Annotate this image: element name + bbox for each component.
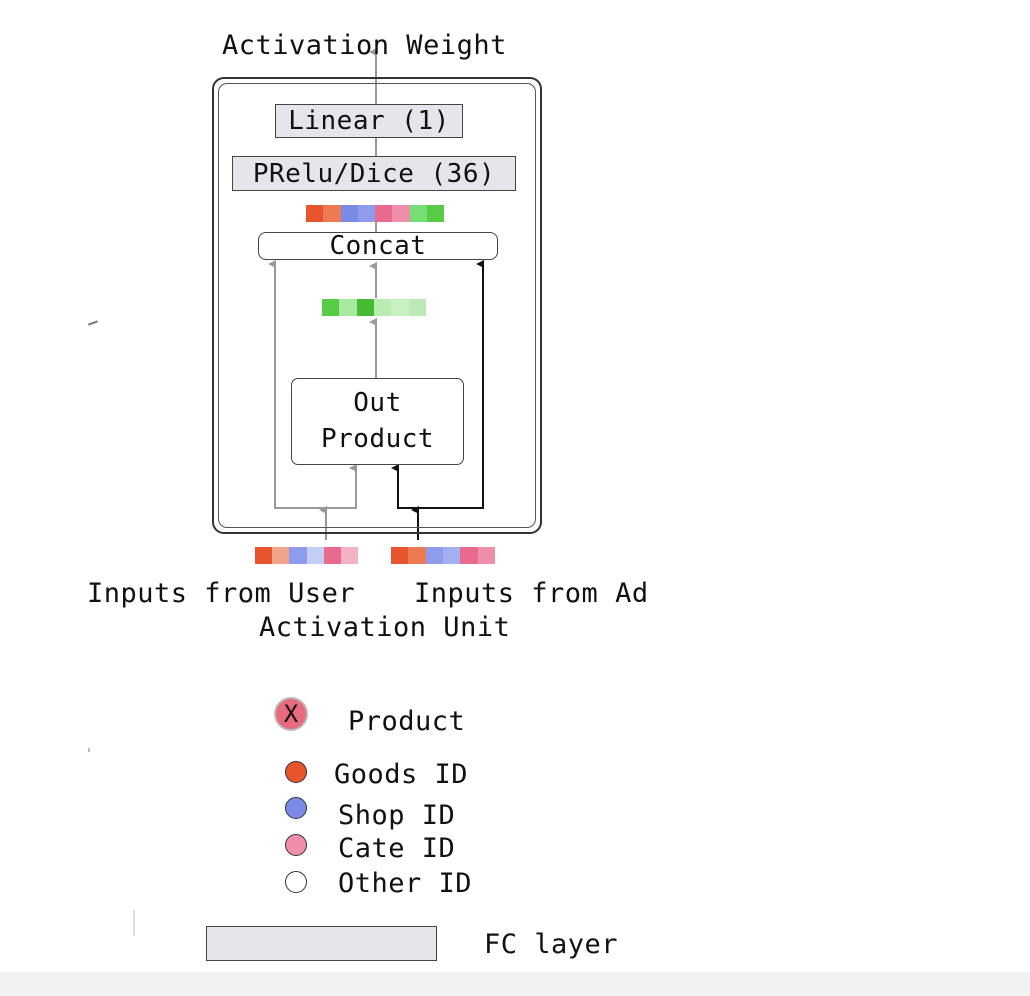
prelu-dice-layer: PRelu/Dice (36): [232, 156, 516, 191]
concat-embedding-cell-2: [340, 205, 358, 222]
concat-embedding-cell-4: [375, 205, 393, 222]
ad-embedding-cell-3: [442, 547, 461, 564]
concat-embedding-cell-0: [306, 205, 324, 222]
concat-output-embedding: [306, 205, 444, 222]
other-id-swatch-icon: [285, 871, 307, 893]
concat-embedding-cell-3: [357, 205, 375, 222]
shop-id-swatch-icon: [285, 797, 307, 819]
legend-cate-label: Cate ID: [338, 833, 456, 864]
concat-embedding-cell-5: [392, 205, 410, 222]
user-embedding-cell-0: [255, 547, 273, 564]
user-embedding-cell-4: [323, 547, 341, 564]
ad-embedding-cell-4: [460, 547, 478, 564]
inputs-from-ad-label: Inputs from Ad: [414, 578, 649, 609]
concat-embedding-cell-6: [409, 205, 427, 222]
bottom-strip: [0, 972, 1030, 996]
user-embedding-cell-1: [272, 547, 290, 564]
product-embedding-cell-5: [408, 299, 426, 316]
user-embedding-cell-3: [306, 547, 324, 564]
legend-fc-label: FC layer: [484, 929, 619, 960]
goods-id-swatch-icon: [285, 761, 307, 783]
out-product-node: Out Product: [291, 378, 464, 465]
stray-mark: [133, 910, 135, 936]
ad-input-embedding: [391, 547, 495, 564]
ad-embedding-cell-0: [391, 547, 409, 564]
legend-product-label: Product: [348, 706, 466, 737]
product-embedding-cell-4: [391, 299, 409, 316]
ad-embedding-cell-1: [408, 547, 426, 564]
product-embedding-cell-3: [373, 299, 392, 316]
inputs-from-user-label: Inputs from User: [87, 578, 356, 609]
product-embedding-cell-1: [339, 299, 357, 316]
cate-id-swatch-icon: [285, 834, 307, 856]
concat-embedding-cell-1: [323, 205, 341, 222]
product-symbol-glyph: X: [283, 700, 299, 728]
out-product-embedding: [322, 299, 426, 316]
legend-shop-label: Shop ID: [338, 800, 456, 831]
legend-goods-label: Goods ID: [334, 759, 469, 790]
ad-embedding-cell-5: [477, 547, 495, 564]
product-symbol-icon: X: [274, 697, 308, 731]
fc-layer-swatch: [206, 926, 437, 961]
user-embedding-cell-2: [289, 547, 307, 564]
activation-unit-caption: Activation Unit: [259, 612, 511, 643]
linear-layer: Linear (1): [275, 104, 463, 138]
activation-weight-label: Activation Weight: [222, 30, 507, 61]
user-input-embedding: [255, 547, 359, 564]
product-embedding-cell-2: [356, 299, 374, 316]
concat-embedding-cell-7: [426, 205, 444, 222]
out-product-label-line1: Out: [353, 388, 402, 419]
product-embedding-cell-0: [322, 299, 340, 316]
stray-mark: [88, 748, 90, 752]
user-embedding-cell-5: [340, 547, 359, 564]
ad-embedding-cell-2: [425, 547, 443, 564]
concat-node: Concat: [258, 231, 498, 261]
out-product-label-line2: Product: [320, 423, 435, 454]
legend-other-label: Other ID: [338, 868, 473, 899]
